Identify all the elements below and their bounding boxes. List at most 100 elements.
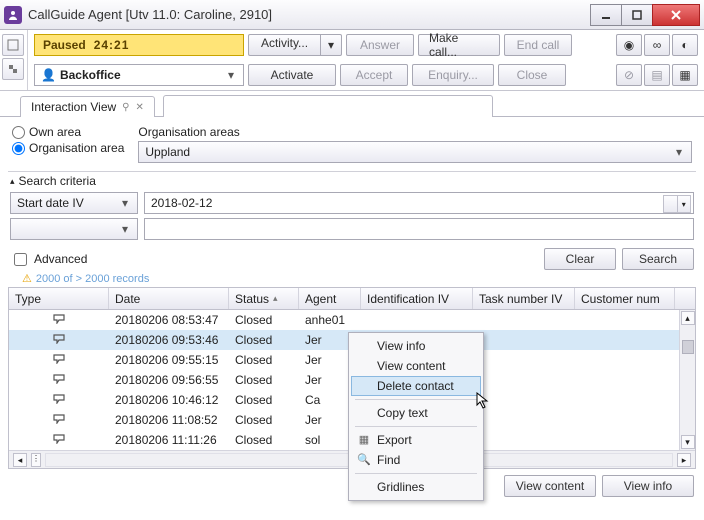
sort-icon: ▴ (273, 293, 278, 304)
tab-close-icon[interactable]: ✕ (136, 102, 144, 113)
advanced-checkbox[interactable]: Advanced (10, 250, 87, 269)
records-info-text: 2000 of > 2000 records (36, 273, 149, 285)
export-icon: ▦ (357, 433, 371, 446)
ctx-find[interactable]: 🔍Find (351, 450, 481, 470)
chevron-down-icon: ▾ (117, 222, 133, 236)
backoffice-combo[interactable]: 👤 Backoffice ▾ (34, 64, 244, 86)
activate-button[interactable]: Activate (248, 64, 336, 86)
chevron-down-icon: ▾ (223, 68, 239, 82)
activity-dropdown[interactable]: ▾ (320, 34, 342, 56)
view-info-button[interactable]: View info (602, 475, 694, 497)
date-picker-icon[interactable]: ▾ (663, 195, 691, 213)
link-icon: ∞ (653, 38, 662, 52)
advanced-checkbox-input[interactable] (14, 253, 27, 266)
status-pill: Paused 24:21 (34, 34, 244, 56)
aux-button-4[interactable]: ⊘ (616, 64, 642, 86)
aux-button-1[interactable]: ◉ (616, 34, 642, 56)
aux-button-2[interactable]: ∞ (644, 34, 670, 56)
close-window-button[interactable] (652, 4, 700, 26)
app-icon (4, 6, 22, 24)
find-icon: 🔍 (357, 453, 371, 466)
org-area-label: Organisation area (29, 141, 124, 155)
col-cust[interactable]: Customer num (575, 288, 675, 309)
grid-icon: ▦ (679, 68, 690, 82)
own-area-radio-input[interactable] (12, 126, 25, 139)
criteria-value-1-text: 2018-02-12 (151, 196, 212, 210)
advanced-label: Advanced (34, 252, 87, 266)
criteria-field-2[interactable]: ▾ (10, 218, 138, 240)
chat-bubble-icon (52, 313, 66, 327)
scroll-down-icon[interactable]: ▾ (681, 435, 695, 449)
search-button[interactable]: Search (622, 248, 694, 270)
status-time: 24:21 (94, 38, 130, 52)
activity-button[interactable]: Activity... (248, 34, 320, 56)
aux-button-5[interactable]: ▤ (644, 64, 670, 86)
target-icon: ◐ (681, 38, 688, 52)
col-agent[interactable]: Agent (299, 288, 361, 309)
make-call-button[interactable]: Make call... (418, 34, 500, 56)
separator (355, 399, 477, 400)
end-call-button[interactable]: End call (504, 34, 572, 56)
col-type[interactable]: Type (9, 288, 109, 309)
maximize-button[interactable] (621, 4, 653, 26)
side-button-1[interactable] (2, 34, 24, 56)
criteria-field-1[interactable]: Start date IV ▾ (10, 192, 138, 214)
answer-button[interactable]: Answer (346, 34, 414, 56)
aux-button-6[interactable]: ▦ (672, 64, 698, 86)
pin-icon[interactable]: ⚲ (122, 102, 129, 113)
col-ident[interactable]: Identification IV (361, 288, 473, 309)
accept-button[interactable]: Accept (340, 64, 408, 86)
criteria-field-1-value: Start date IV (17, 196, 117, 210)
enquiry-button[interactable]: Enquiry... (412, 64, 494, 86)
vertical-scrollbar[interactable]: ▴ ▾ (679, 310, 695, 450)
window-title: CallGuide Agent [Utv 11.0: Caroline, 291… (28, 7, 591, 22)
chevron-down-icon: ▾ (117, 196, 133, 210)
col-status[interactable]: Status▴ (229, 288, 299, 309)
separator (355, 473, 477, 474)
close-button[interactable]: Close (498, 64, 566, 86)
table-header: Type Date Status▴ Agent Identification I… (9, 288, 695, 310)
org-areas-select[interactable]: Uppland ▾ (138, 141, 692, 163)
table-row[interactable]: 20180206 08:53:47Closedanhe01 (9, 310, 695, 330)
tab-label: Interaction View (31, 100, 116, 114)
scroll-right-icon[interactable]: ▸ (677, 453, 691, 467)
ctx-view-content[interactable]: View content (351, 356, 481, 376)
search-criteria-label: Search criteria (19, 174, 96, 188)
toolbar: Paused 24:21 Activity... ▾ Answer Make c… (0, 30, 704, 91)
ctx-export[interactable]: ▦Export (351, 430, 481, 450)
criteria-value-2[interactable] (144, 218, 694, 240)
search-criteria-header[interactable]: ▴ Search criteria (8, 172, 696, 190)
ctx-delete-contact[interactable]: Delete contact (351, 376, 481, 396)
side-button-2[interactable] (2, 58, 24, 80)
chevron-down-icon: ▾ (671, 145, 687, 159)
chat-bubble-icon (52, 333, 66, 347)
org-areas-caption: Organisation areas (138, 125, 692, 139)
aux-button-3[interactable]: ◐ (672, 34, 698, 56)
scroll-thumb[interactable] (682, 340, 694, 354)
criteria-value-1[interactable]: 2018-02-12 ▾ (144, 192, 694, 214)
ctx-gridlines[interactable]: Gridlines (351, 477, 481, 497)
person-icon: 👤 (41, 68, 56, 82)
view-content-button[interactable]: View content (504, 475, 596, 497)
chat-bubble-icon (52, 373, 66, 387)
tab-interaction-view[interactable]: Interaction View ⚲ ✕ (20, 96, 155, 117)
scroll-up-icon[interactable]: ▴ (681, 311, 695, 325)
ctx-copy-text[interactable]: Copy text (351, 403, 481, 423)
col-task[interactable]: Task number IV (473, 288, 575, 309)
records-info: ⚠ 2000 of > 2000 records (8, 272, 696, 287)
org-area-radio-input[interactable] (12, 142, 25, 155)
minimize-button[interactable] (590, 4, 622, 26)
chat-bubble-icon (52, 353, 66, 367)
own-area-radio[interactable]: Own area (12, 125, 124, 139)
ctx-view-info[interactable]: View info (351, 336, 481, 356)
cancel-icon: ⊘ (624, 68, 634, 82)
org-areas-value: Uppland (145, 145, 671, 159)
clear-button[interactable]: Clear (544, 248, 616, 270)
org-area-radio[interactable]: Organisation area (12, 141, 124, 155)
titlebar: CallGuide Agent [Utv 11.0: Caroline, 291… (0, 0, 704, 30)
chat-bubble-icon (52, 393, 66, 407)
context-menu: View info View content Delete contact Co… (348, 332, 484, 501)
scroll-left-icon[interactable]: ◂ (13, 453, 27, 467)
chat-bubble-icon (52, 413, 66, 427)
col-date[interactable]: Date (109, 288, 229, 309)
